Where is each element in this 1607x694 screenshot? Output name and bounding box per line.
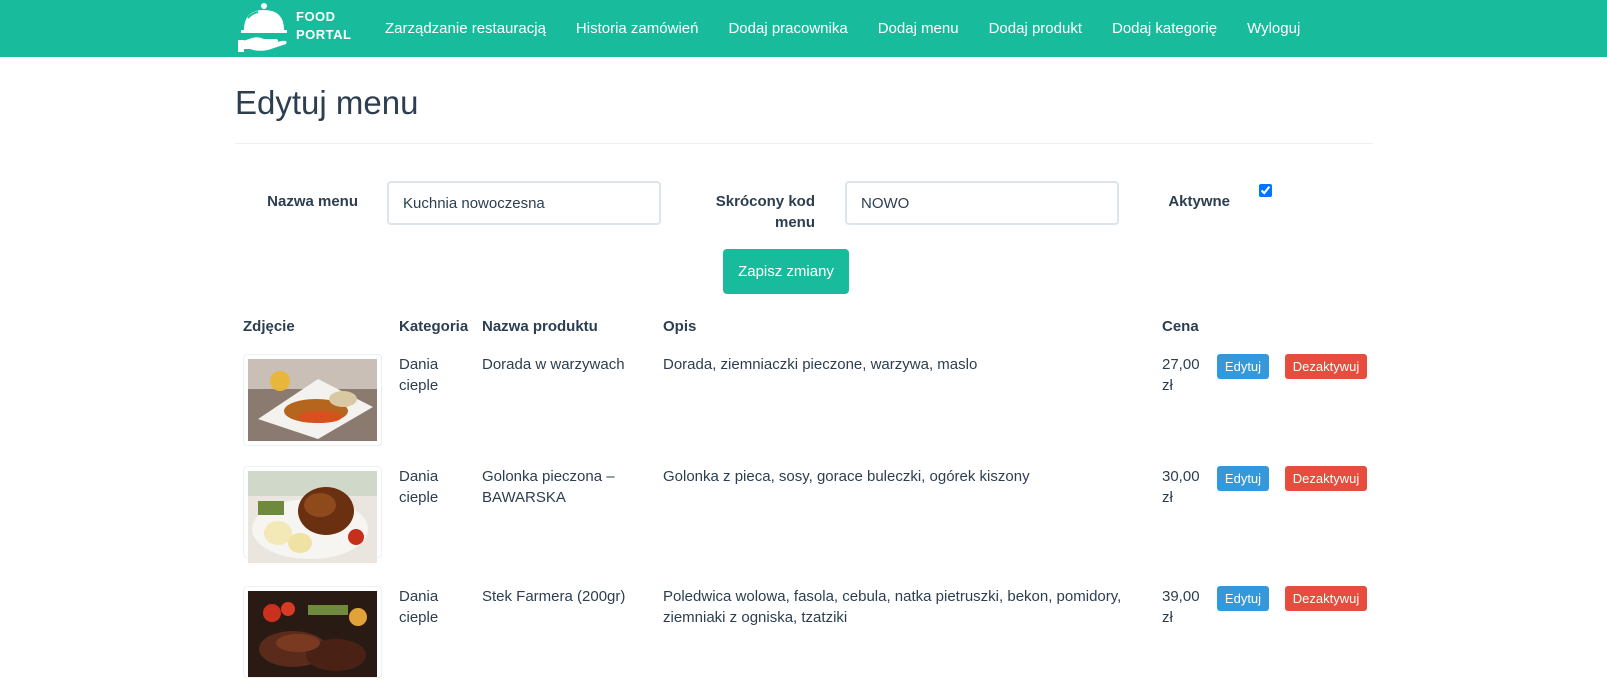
category-line-2: cieple: [399, 609, 439, 626]
active-checkbox[interactable]: [1259, 184, 1272, 197]
active-label: Aktywne: [1168, 193, 1230, 210]
edit-button[interactable]: Edytuj: [1217, 354, 1269, 379]
nav-item-add-category[interactable]: Dodaj kategorię: [1097, 20, 1232, 37]
price-cell: 30,00 zł: [1162, 466, 1200, 508]
short-code-label-line-1: Skrócony kod: [715, 193, 815, 210]
category-line-1: Dania: [399, 468, 439, 485]
menu-name-label: Nazwa menu: [267, 193, 358, 210]
product-photo-golonka: [243, 466, 382, 563]
logo-text: FOOD PORTAL: [296, 8, 351, 44]
product-name-cell: Stek Farmera (200gr): [482, 588, 626, 605]
category-line-1: Dania: [399, 588, 439, 605]
price-currency: zł: [1162, 609, 1173, 626]
price-cell: 39,00 zł: [1162, 586, 1200, 628]
title-divider: [235, 143, 1373, 144]
logo[interactable]: FOOD PORTAL: [238, 0, 353, 57]
category-cell: Dania cieple: [399, 354, 438, 396]
deactivate-button[interactable]: Dezaktywuj: [1285, 586, 1367, 611]
short-code-label: Skrócony kod menu: [690, 191, 815, 233]
navbar: FOOD PORTAL Zarządzanie restauracją Hist…: [0, 0, 1607, 57]
product-photo-dorada: [243, 354, 382, 446]
header-photo: Zdjęcie: [243, 318, 295, 335]
product-name-line-1: Golonka pieczona –: [482, 468, 615, 485]
product-name-cell: Golonka pieczona – BAWARSKA: [482, 466, 615, 508]
nav-links: Zarządzanie restauracją Historia zamówie…: [370, 0, 1315, 57]
category-line-2: cieple: [399, 489, 439, 506]
logo-line-1: FOOD: [296, 9, 336, 24]
product-name-cell: Dorada w warzywach: [482, 356, 625, 373]
product-photo-stek: [243, 586, 382, 678]
category-line-2: cieple: [399, 377, 439, 394]
description-cell: Golonka z pieca, sosy, gorace buleczki, …: [663, 468, 1030, 485]
category-cell: Dania cieple: [399, 466, 438, 508]
header-description: Opis: [663, 318, 697, 335]
save-changes-button[interactable]: Zapisz zmiany: [723, 249, 849, 294]
nav-item-add-menu[interactable]: Dodaj menu: [863, 20, 974, 37]
short-code-input[interactable]: [845, 181, 1119, 225]
description-cell: Poledwica wolowa, fasola, cebula, natka …: [663, 586, 1121, 628]
header-price: Cena: [1162, 318, 1199, 335]
price-currency: zł: [1162, 489, 1173, 506]
edit-button[interactable]: Edytuj: [1217, 466, 1269, 491]
nav-item-restaurant-management[interactable]: Zarządzanie restauracją: [370, 20, 561, 37]
edit-button[interactable]: Edytuj: [1217, 586, 1269, 611]
header-product-name: Nazwa produktu: [482, 318, 598, 335]
page-title: Edytuj menu: [235, 84, 419, 121]
price-cell: 27,00 zł: [1162, 354, 1200, 396]
description-cell: Dorada, ziemniaczki pieczone, warzywa, m…: [663, 356, 978, 373]
deactivate-button[interactable]: Dezaktywuj: [1285, 354, 1367, 379]
price-currency: zł: [1162, 377, 1173, 394]
header-category: Kategoria: [399, 318, 469, 335]
nav-item-add-employee[interactable]: Dodaj pracownika: [713, 20, 862, 37]
short-code-label-line-2: menu: [774, 214, 815, 231]
category-cell: Dania cieple: [399, 586, 438, 628]
price-value: 27,00: [1162, 356, 1200, 373]
deactivate-button[interactable]: Dezaktywuj: [1285, 466, 1367, 491]
menu-name-input[interactable]: [387, 181, 661, 225]
product-name-line-2: BAWARSKA: [482, 489, 566, 506]
cloche-icon: [238, 3, 287, 52]
price-value: 39,00: [1162, 588, 1200, 605]
nav-item-logout[interactable]: Wyloguj: [1232, 20, 1315, 37]
nav-item-order-history[interactable]: Historia zamówień: [561, 20, 714, 37]
logo-line-2: PORTAL: [296, 27, 352, 42]
category-line-1: Dania: [399, 356, 439, 373]
description-line-2: ziemniaki z ogniska, tzatziki: [663, 609, 848, 626]
description-line-1: Poledwica wolowa, fasola, cebula, natka …: [663, 588, 1122, 605]
price-value: 30,00: [1162, 468, 1200, 485]
nav-item-add-product[interactable]: Dodaj produkt: [974, 20, 1097, 37]
